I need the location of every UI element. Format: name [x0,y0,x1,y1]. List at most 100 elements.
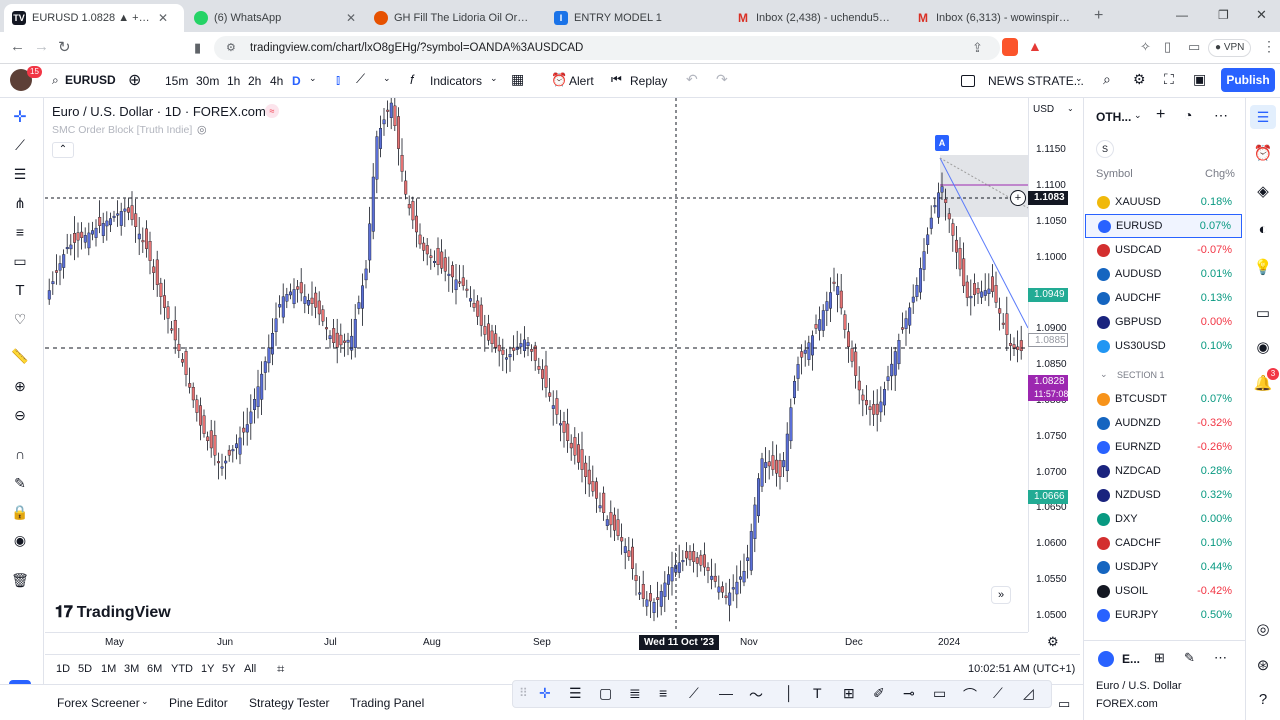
interval-d[interactable]: D [292,74,301,88]
share-icon[interactable]: ⇪ [972,40,983,56]
watchlist-row-usoil[interactable]: USOIL -0.42% [1085,579,1242,603]
alert-marker[interactable]: A [935,135,949,151]
lock-drawing-icon[interactable]: ✎ [10,473,30,493]
market-status-icon[interactable]: ≈ [265,104,279,118]
radar-icon[interactable]: ◎ [1254,620,1272,638]
watchlist-row-nzdusd[interactable]: NZDUSD 0.32% [1085,483,1242,507]
brave-rewards-icon[interactable]: ▲ [1028,38,1042,54]
hotlists-icon[interactable]: ◐ [1254,220,1272,238]
watchlist-row-xauusd[interactable]: XAUUSD 0.18% [1085,190,1242,214]
frame-icon[interactable]: ▢ [599,685,612,702]
range-1d[interactable]: 1D [56,663,70,675]
candles-icon[interactable]: ⫾ [336,72,340,88]
chat-icon[interactable]: ▭ [1254,304,1272,322]
vpn-button[interactable]: ● VPN [1208,39,1252,57]
chevron-down-icon[interactable]: ⌄ [1134,110,1142,121]
more-options-icon[interactable]: ⋯ [1214,650,1227,666]
grid-icon[interactable]: ⊞ [1154,650,1165,666]
watchlist-row-dxy[interactable]: DXY 0.00% [1085,507,1242,531]
candlestick-chart[interactable] [45,98,1028,632]
column-symbol-header[interactable]: Symbol [1096,168,1133,180]
lock-icon[interactable]: 🔒 [10,502,30,522]
help-icon[interactable]: ? [1254,690,1272,708]
collapse-legend-icon[interactable]: ⌃ [52,142,74,158]
brush-icon[interactable]: ✐ [873,685,885,702]
horizontal-lines-icon[interactable]: ☰ [569,685,582,702]
callout-icon[interactable]: ▭ [933,685,946,702]
new-tab-button[interactable]: + [1094,7,1103,25]
watchlist-row-gbpusd[interactable]: GBPUSD 0.00% [1085,310,1242,334]
fib-icon[interactable]: ≣ [629,685,641,702]
path-icon[interactable]: 〜 [749,685,763,705]
signal-icon[interactable]: ◉ [1254,338,1272,356]
maximize-icon[interactable]: ❐ [1218,8,1229,22]
zoom-in-icon[interactable]: ⊕ [10,376,30,396]
interval-1h[interactable]: 1h [227,74,240,88]
close-window-icon[interactable]: ✕ [1256,7,1267,23]
alert-clock-icon[interactable]: ⏰ [551,72,567,88]
replay-icon[interactable]: ⏮ [611,72,622,87]
browser-tab-gmail-1[interactable]: M Inbox (2,438) - uchendu50@gma [728,4,906,32]
interval-15m[interactable]: 15m [165,74,188,88]
publish-button[interactable]: Publish [1221,68,1275,92]
watchlist-row-nzdcad[interactable]: NZDCAD 0.28% [1085,459,1242,483]
reload-icon[interactable]: ↻ [58,38,71,56]
chevron-down-icon[interactable]: ⌄ [309,73,317,84]
section-label[interactable]: SECTION 1 [1117,370,1165,380]
tab-forex-screener[interactable]: Forex Screener [57,696,140,710]
chevron-down-icon[interactable]: ⌄ [1100,369,1108,380]
interval-4h[interactable]: 4h [270,74,283,88]
extensions-icon[interactable]: ✧ [1140,39,1151,55]
sidebar-icon[interactable]: ▯ [1164,39,1171,55]
symbol-search[interactable]: EURUSD [65,73,116,87]
order-block-zone[interactable] [940,155,1028,217]
chevron-down-icon[interactable]: ⌄ [1075,73,1083,84]
tab-pine-editor[interactable]: Pine Editor [169,696,228,710]
watchlist-row-cadchf[interactable]: CADCHF 0.10% [1085,531,1242,555]
eye-icon[interactable]: ◉ [10,530,30,550]
hidden-eye-icon[interactable]: ◎ [197,123,207,136]
bookmark-icon[interactable]: ▮ [194,40,201,56]
arc-icon[interactable]: ⌒ [963,685,977,705]
edit-icon[interactable]: ✎ [1184,650,1195,666]
fib-retracement-icon[interactable]: ≡ [10,222,30,242]
range-6m[interactable]: 6M [147,663,162,675]
replay-button[interactable]: Replay [630,74,667,88]
layers-icon[interactable]: ◈ [1254,182,1272,200]
horizontal-ray-icon[interactable]: — [719,685,733,701]
advanced-view-icon[interactable]: ◔ [1184,107,1192,123]
add-price-line-icon[interactable]: + [1010,190,1026,206]
tab-trading-panel[interactable]: Trading Panel [350,696,424,710]
section-toggle[interactable]: S [1096,140,1114,158]
minimize-icon[interactable]: — [1176,8,1188,22]
parallel-channel-icon[interactable]: ≡ [659,685,667,701]
horizontal-lines-icon[interactable]: ☰ [10,164,30,184]
undo-icon[interactable]: ↶ [686,71,698,88]
pitchfork-icon[interactable]: ⋔ [10,193,30,213]
menu-icon[interactable]: ⋮ [1262,38,1276,55]
search-icon[interactable]: ⌕ [52,73,59,88]
watchlist-row-usdjpy[interactable]: USDJPY 0.44% [1085,555,1242,579]
chart-settings-gear-icon[interactable]: ⚙ [1047,634,1059,650]
chevron-down-icon[interactable]: ⌄ [383,73,391,84]
browser-tab-order-form[interactable]: GH Fill The Lidoria Oil Order For [366,4,544,32]
fullscreen-icon[interactable]: ⛶ [1164,71,1174,88]
trend-line-icon[interactable]: ⟋ [689,685,699,702]
browser-tab-entry-model[interactable]: I ENTRY MODEL 1 [546,4,724,32]
close-tab-icon[interactable]: ✕ [158,11,168,25]
back-arrow-icon[interactable]: ← [10,38,25,55]
wallet-icon[interactable]: ▭ [1188,39,1200,55]
heart-icon[interactable]: ♡ [10,309,30,329]
forward-arrow-icon[interactable]: → [34,38,49,55]
add-symbol-icon[interactable]: + [1156,106,1165,124]
settings-gear-icon[interactable]: ⚙ [1133,71,1146,88]
interval-30m[interactable]: 30m [196,74,219,88]
text-tool-icon[interactable]: T [813,685,822,701]
browser-tab-tradingview[interactable]: TV EURUSD 1.0828 ▲ +0.07% N ✕ [4,4,184,32]
column-change-header[interactable]: Chg% [1205,168,1235,180]
range-5y[interactable]: 5Y [222,663,235,675]
watchlist-row-eurnzd[interactable]: EURNZD -0.26% [1085,435,1242,459]
vertical-line-icon[interactable]: │ [785,685,794,701]
watchlist-row-audusd[interactable]: AUDUSD 0.01% [1085,262,1242,286]
rectangle-icon[interactable]: ▭ [10,251,30,271]
